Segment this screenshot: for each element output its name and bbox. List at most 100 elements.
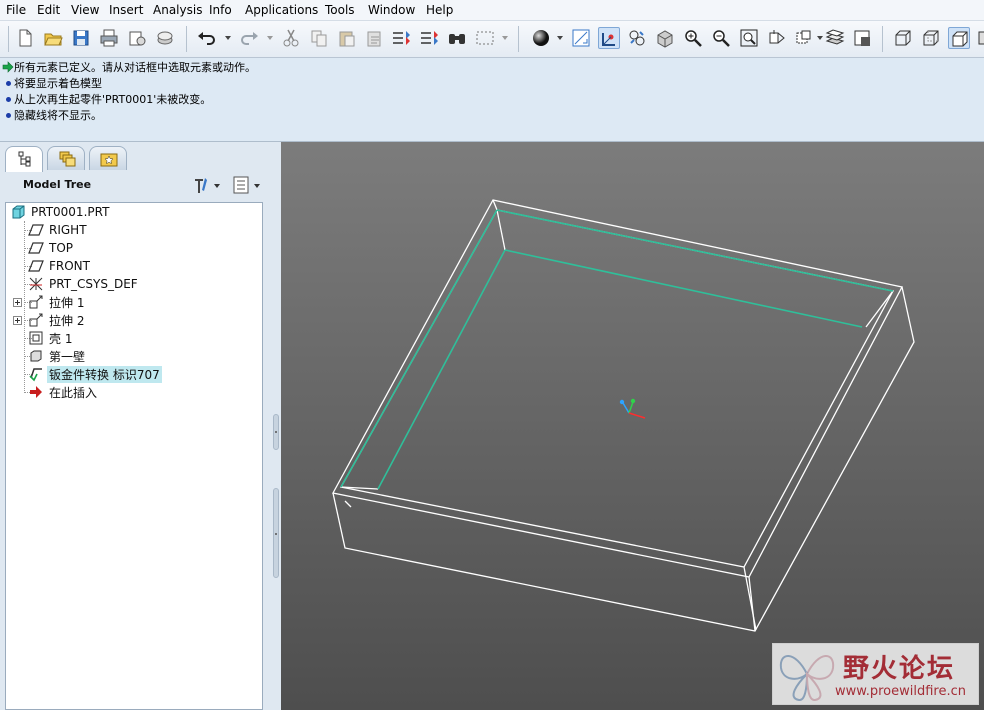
- tree-item-front[interactable]: FRONT: [28, 257, 92, 275]
- navigator-panel: Model Tree PRT0001.PRT RIGHT TOP FRONT P…: [0, 142, 280, 710]
- datum-display-icon[interactable]: [570, 27, 592, 49]
- splitter-grip[interactable]: [273, 414, 279, 450]
- wireframe-icon[interactable]: [892, 27, 914, 49]
- cut-icon[interactable]: [280, 27, 302, 49]
- expand-icon[interactable]: [13, 298, 22, 307]
- watermark-url: www.proewildfire.cn: [835, 684, 966, 699]
- find-icon[interactable]: [446, 27, 468, 49]
- message-text: 隐藏线将不显示。: [14, 109, 102, 122]
- reorient-icon[interactable]: [654, 27, 676, 49]
- select-box-icon[interactable]: [474, 27, 496, 49]
- regen-manager-icon[interactable]: [418, 27, 440, 49]
- model-tree-tab[interactable]: [5, 146, 43, 172]
- select-dropdown-icon[interactable]: [502, 36, 508, 40]
- redo-dropdown-icon[interactable]: [267, 36, 273, 40]
- menu-tools[interactable]: Tools: [325, 3, 355, 17]
- favorites-tab[interactable]: [89, 146, 127, 170]
- list-icon: [233, 176, 260, 194]
- no-hidden-icon[interactable]: [948, 27, 970, 49]
- print-icon[interactable]: [98, 27, 120, 49]
- tree-item-label: 第一壁: [49, 349, 86, 364]
- graphics-window[interactable]: [281, 142, 984, 710]
- tree-item-sheetmetal-convert[interactable]: 钣金件转换 标识707: [28, 365, 162, 383]
- part-icon: [10, 204, 26, 220]
- menu-view[interactable]: View: [71, 3, 99, 17]
- csys-icon: [28, 276, 44, 292]
- menu-file[interactable]: File: [6, 3, 26, 17]
- tree-item-label: 钣金件转换 标识707: [47, 365, 162, 383]
- tree-root[interactable]: PRT0001.PRT: [10, 203, 111, 221]
- menu-analysis[interactable]: Analysis: [153, 3, 202, 17]
- layers-dropdown-icon[interactable]: [817, 36, 823, 40]
- tree-item-label: 在此插入: [49, 385, 98, 400]
- splitter-grip[interactable]: [273, 488, 279, 578]
- saved-views-icon[interactable]: [626, 27, 648, 49]
- settings-tools-icon: [195, 178, 220, 193]
- redo-icon[interactable]: [238, 27, 260, 49]
- send-icon[interactable]: [126, 27, 148, 49]
- folder-browser-tab[interactable]: [47, 146, 85, 170]
- appearance-icon[interactable]: [824, 27, 846, 49]
- tree-item-label: PRT_CSYS_DEF: [49, 277, 138, 291]
- tree-item-csys[interactable]: PRT_CSYS_DEF: [28, 275, 140, 293]
- model-display-icon[interactable]: [852, 27, 874, 49]
- expand-icon[interactable]: [13, 316, 22, 325]
- undo-dropdown-icon[interactable]: [225, 36, 231, 40]
- menu-edit[interactable]: Edit: [37, 3, 60, 17]
- menu-applications[interactable]: Applications: [245, 3, 318, 17]
- layers-icon[interactable]: [794, 27, 816, 49]
- watermark: 野火论坛 www.proewildfire.cn: [772, 643, 979, 705]
- tree-item-insert-here[interactable]: 在此插入: [28, 383, 99, 401]
- copy-icon[interactable]: [308, 27, 330, 49]
- datum-plane-icon: [28, 258, 44, 274]
- new-icon[interactable]: [14, 27, 36, 49]
- message-line: 从上次再生起零件'PRT0001'未被改变。: [2, 91, 211, 107]
- shaded-edges-icon[interactable]: [976, 27, 984, 49]
- zoom-out-icon[interactable]: [710, 27, 732, 49]
- erase-icon[interactable]: [154, 27, 176, 49]
- message-line: 所有元素已定义。请从对话框中选取元素或动作。: [2, 59, 256, 75]
- insert-here-icon: [28, 384, 44, 400]
- panel-splitter[interactable]: [272, 142, 280, 710]
- datum-plane-icon: [28, 222, 44, 238]
- tree-settings-button[interactable]: [192, 174, 224, 196]
- message-area: 所有元素已定义。请从对话框中选取元素或动作。 将要显示着色模型 从上次再生起零件…: [0, 58, 984, 142]
- message-line: 将要显示着色模型: [2, 75, 102, 91]
- zoom-in-icon[interactable]: [682, 27, 704, 49]
- tree-root-label: PRT0001.PRT: [31, 205, 110, 219]
- spin-center-icon: [619, 398, 646, 419]
- menu-info[interactable]: Info: [209, 3, 232, 17]
- tree-item-top[interactable]: TOP: [28, 239, 75, 257]
- tree-item-shell[interactable]: 壳 1: [28, 329, 74, 347]
- first-wall-icon: [28, 348, 44, 364]
- sheetmetal-convert-icon: [28, 366, 44, 382]
- refit-icon[interactable]: [738, 27, 760, 49]
- undo-icon[interactable]: [196, 27, 218, 49]
- model-view[interactable]: [281, 142, 984, 710]
- tree-item-extrude-1[interactable]: 拉伸 1: [28, 293, 86, 311]
- paste-special-icon[interactable]: [364, 27, 386, 49]
- save-icon[interactable]: [70, 27, 92, 49]
- view-manager-icon[interactable]: [766, 27, 788, 49]
- menu-insert[interactable]: Insert: [109, 3, 143, 17]
- tree-columns-button[interactable]: [232, 174, 264, 196]
- tree-item-label: 拉伸 2: [49, 313, 85, 328]
- butterfly-logo-icon: [779, 655, 835, 701]
- spin-center-icon[interactable]: [598, 27, 620, 49]
- tree-item-label: TOP: [49, 241, 74, 255]
- extrude-icon: [28, 294, 44, 310]
- menu-help[interactable]: Help: [426, 3, 453, 17]
- hidden-line-icon[interactable]: [920, 27, 942, 49]
- open-icon[interactable]: [42, 27, 64, 49]
- shading-icon[interactable]: [530, 27, 552, 49]
- tree-item-right[interactable]: RIGHT: [28, 221, 89, 239]
- paste-icon[interactable]: [336, 27, 358, 49]
- regenerate-icon[interactable]: [390, 27, 412, 49]
- message-text: 所有元素已定义。请从对话框中选取元素或动作。: [14, 61, 256, 74]
- tree-item-extrude-2[interactable]: 拉伸 2: [28, 311, 86, 329]
- shading-dropdown-icon[interactable]: [557, 36, 563, 40]
- tree-item-first-wall[interactable]: 第一壁: [28, 347, 87, 365]
- model-edges: [332, 199, 915, 632]
- menu-window[interactable]: Window: [368, 3, 415, 17]
- datum-plane-icon: [28, 240, 44, 256]
